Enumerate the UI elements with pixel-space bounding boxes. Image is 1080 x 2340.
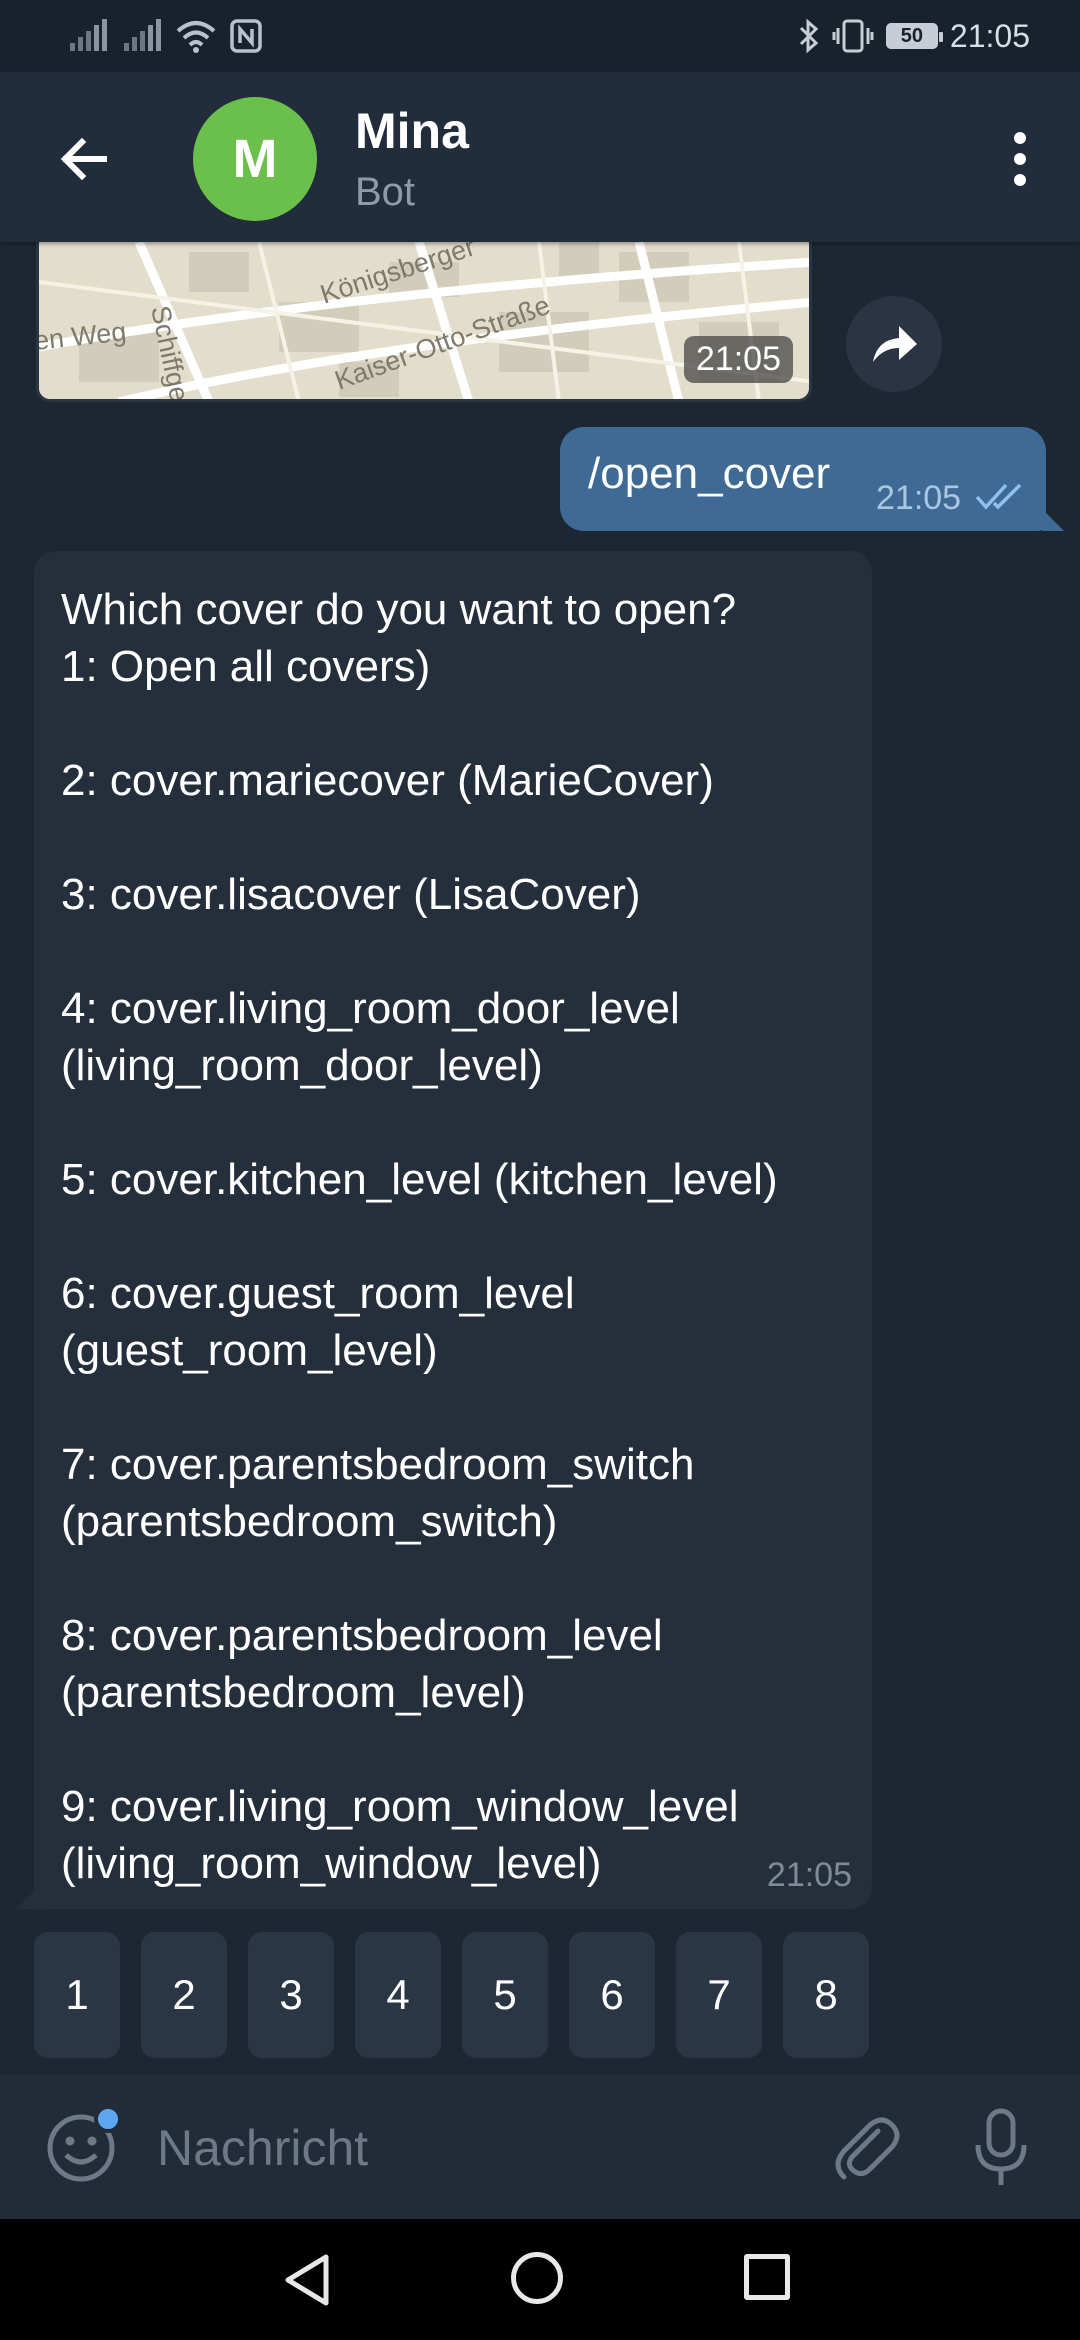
battery-icon: 50 <box>885 23 943 49</box>
keyboard-button-3[interactable]: 3 <box>248 1932 334 2058</box>
more-menu-icon[interactable] <box>990 124 1050 194</box>
message-line: 2: cover.mariecover (MarieCover) <box>61 756 714 805</box>
message-line <box>61 923 846 980</box>
status-left <box>68 14 262 58</box>
wifi-icon <box>176 21 216 53</box>
incoming-message[interactable]: Which cover do you want to open? 1: Open… <box>16 551 872 1909</box>
location-map-message[interactable]: Königsberger Kaiser-Otto-Straße Schiffge… <box>36 242 812 402</box>
message-line: (parentsbedroom_switch) <box>61 1497 558 1546</box>
message-line <box>61 1379 846 1436</box>
nav-recents-icon[interactable] <box>744 2254 790 2300</box>
message-line <box>61 1208 846 1265</box>
chat-subtitle: Bot <box>355 170 416 214</box>
message-line: 4: cover.living_room_door_level <box>61 984 680 1033</box>
message-line <box>61 1721 846 1778</box>
message-line: 5: cover.kitchen_level (kitchen_level) <box>61 1155 778 1204</box>
back-arrow-icon[interactable] <box>50 124 120 194</box>
share-arrow-icon <box>873 326 917 362</box>
message-line <box>61 1550 846 1607</box>
outgoing-message[interactable]: /open_cover 21:05 <box>560 427 1064 531</box>
nfc-icon <box>230 19 262 53</box>
bot-keyboard: 1 2 3 4 5 6 7 8 <box>34 1932 869 2058</box>
message-input-bar: Nachricht <box>0 2075 1080 2219</box>
message-line: Which cover do you want to open? <box>61 585 737 634</box>
message-time: 21:05 <box>766 1856 852 1894</box>
status-bar: 50 21:05 <box>0 0 1080 72</box>
message-input[interactable]: Nachricht <box>157 2119 368 2177</box>
incoming-message-text: Which cover do you want to open? 1: Open… <box>61 581 846 1892</box>
keyboard-button-1[interactable]: 1 <box>34 1932 120 2058</box>
message-line: 8: cover.parentsbedroom_level <box>61 1611 663 1660</box>
vibrate-icon <box>832 19 874 53</box>
message-line <box>61 1094 846 1151</box>
keyboard-button-5[interactable]: 5 <box>462 1932 548 2058</box>
status-time: 21:05 <box>949 17 1030 54</box>
bluetooth-icon <box>799 19 819 53</box>
message-line: 1: Open all covers) <box>61 642 431 691</box>
message-line: (guest_room_level) <box>61 1326 438 1375</box>
message-line <box>61 695 846 752</box>
message-line: (living_room_window_level) <box>61 1839 602 1888</box>
keyboard-button-7[interactable]: 7 <box>676 1932 762 2058</box>
message-line: 7: cover.parentsbedroom_switch <box>61 1440 695 1489</box>
chat-header: M Mina Bot <box>0 72 1080 242</box>
message-line: 6: cover.guest_room_level <box>61 1269 575 1318</box>
system-nav-bar <box>0 2219 1080 2340</box>
avatar[interactable]: M <box>193 97 317 221</box>
message-time: 21:05 <box>683 336 793 383</box>
outgoing-message-text: /open_cover <box>588 449 831 498</box>
message-line: 3: cover.lisacover (LisaCover) <box>61 870 641 919</box>
signal-icon <box>124 19 161 51</box>
keyboard-button-4[interactable]: 4 <box>355 1932 441 2058</box>
chat-title[interactable]: Mina <box>355 102 469 160</box>
signal-icon <box>70 19 107 51</box>
keyboard-button-6[interactable]: 6 <box>569 1932 655 2058</box>
message-line: 9: cover.living_room_window_level <box>61 1782 739 1831</box>
notification-dot <box>94 2105 122 2133</box>
double-check-icon <box>975 483 1022 510</box>
share-button[interactable] <box>846 296 942 392</box>
keyboard-button-8[interactable]: 8 <box>783 1932 869 2058</box>
nav-home-icon[interactable] <box>511 2252 563 2304</box>
message-line <box>61 809 846 866</box>
battery-level: 50 <box>900 24 924 47</box>
nav-back-icon[interactable] <box>282 2253 332 2307</box>
message-time: 21:05 <box>876 479 962 517</box>
attach-icon[interactable] <box>826 2109 906 2189</box>
message-line: (parentsbedroom_level) <box>61 1668 526 1717</box>
microphone-icon[interactable] <box>966 2105 1036 2191</box>
status-right: 50 21:05 <box>798 14 1030 58</box>
keyboard-button-2[interactable]: 2 <box>141 1932 227 2058</box>
avatar-letter: M <box>232 129 278 189</box>
message-line: (living_room_door_level) <box>61 1041 543 1090</box>
